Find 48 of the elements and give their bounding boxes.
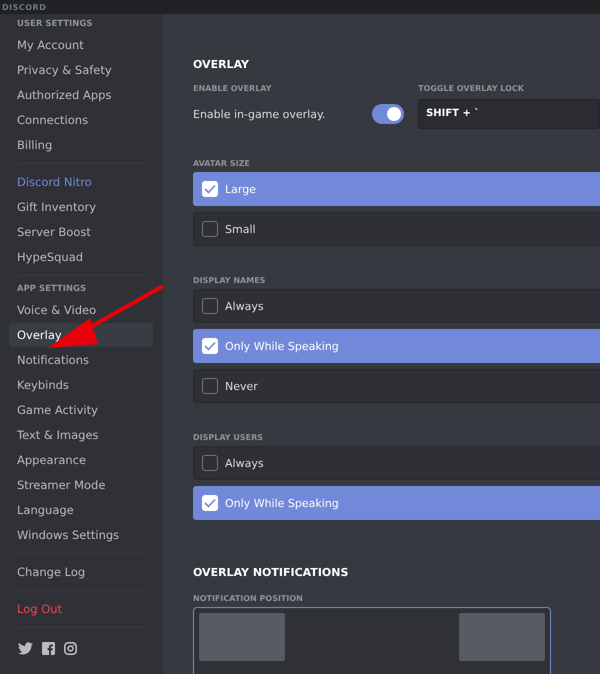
radio-option[interactable]: Small bbox=[193, 212, 600, 246]
field-label: NOTIFICATION POSITION bbox=[193, 594, 304, 605]
sidebar-item[interactable]: My Account bbox=[9, 33, 153, 57]
sidebar-item[interactable]: Log Out bbox=[9, 597, 153, 621]
sidebar-item[interactable]: HypeSquad bbox=[9, 245, 153, 269]
sidebar-item[interactable]: Server Boost bbox=[9, 220, 153, 244]
section-title: OVERLAY bbox=[193, 58, 250, 72]
checkbox-checked-icon bbox=[202, 338, 218, 354]
checkbox-icon bbox=[202, 221, 218, 237]
radio-option[interactable]: Always bbox=[193, 289, 600, 323]
sidebar-item[interactable]: Game Activity bbox=[9, 398, 153, 422]
checkbox-checked-icon bbox=[202, 495, 218, 511]
checkbox-icon bbox=[202, 455, 218, 471]
sidebar-item[interactable]: Discord Nitro bbox=[9, 170, 153, 194]
section-title: OVERLAY NOTIFICATIONS bbox=[193, 566, 350, 580]
sidebar-item[interactable]: Authorized Apps bbox=[9, 83, 153, 107]
sidebar-item[interactable]: Language bbox=[9, 498, 153, 522]
bird-icon[interactable] bbox=[18, 642, 33, 655]
sidebar-item[interactable]: Windows Settings bbox=[9, 523, 153, 547]
checkbox-icon bbox=[202, 378, 218, 394]
section-header: USER SETTINGS bbox=[16, 18, 94, 31]
sidebar-item[interactable]: Privacy & Safety bbox=[9, 58, 153, 82]
sidebar-item[interactable]: Notifications bbox=[9, 348, 153, 372]
radio-option[interactable]: Never bbox=[193, 369, 600, 403]
field-label: DISPLAY NAMES bbox=[193, 276, 266, 287]
toggle-switch[interactable] bbox=[372, 104, 404, 124]
radio-option[interactable]: Always bbox=[193, 446, 600, 480]
sidebar-item[interactable]: Text & Images bbox=[9, 423, 153, 447]
keybind-field[interactable]: SHIFT + ` bbox=[418, 99, 600, 129]
sidebar-item[interactable]: Change Log bbox=[9, 560, 153, 584]
facebook-icon[interactable] bbox=[42, 642, 55, 655]
sidebar-item[interactable]: Appearance bbox=[9, 448, 153, 472]
field-label: AVATAR SIZE bbox=[193, 159, 251, 170]
sidebar-item[interactable]: Keybinds bbox=[9, 373, 153, 397]
section-header: APP SETTINGS bbox=[16, 283, 88, 296]
checkbox-icon bbox=[202, 298, 218, 314]
checkbox-checked-icon bbox=[202, 181, 218, 197]
sidebar-item[interactable]: Voice & Video bbox=[9, 298, 153, 322]
window-title: DISCORD bbox=[2, 2, 46, 12]
sidebar-item[interactable]: Connections bbox=[9, 108, 153, 132]
field-label: TOGGLE OVERLAY LOCK bbox=[418, 84, 525, 95]
camera-icon[interactable] bbox=[64, 642, 77, 655]
sidebar-item[interactable]: Streamer Mode bbox=[9, 473, 153, 497]
option-label: Enable in-game overlay. bbox=[193, 108, 326, 120]
field-label: DISPLAY USERS bbox=[193, 433, 264, 444]
sidebar-item[interactable]: Billing bbox=[9, 133, 153, 157]
sidebar-item[interactable]: Gift Inventory bbox=[9, 195, 153, 219]
field-label: ENABLE OVERLAY bbox=[193, 84, 273, 95]
